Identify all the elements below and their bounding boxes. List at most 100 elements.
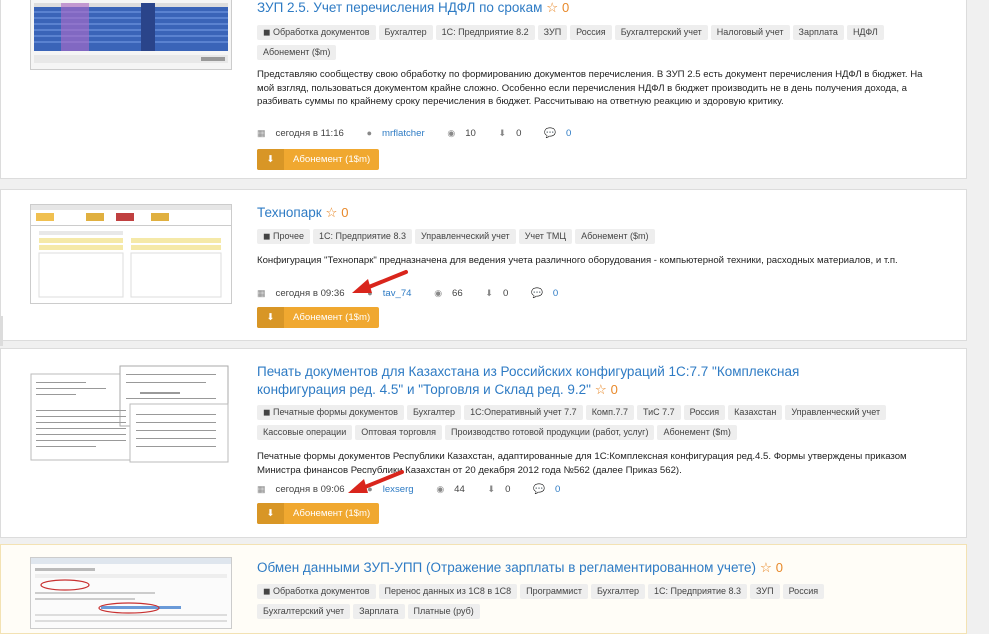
star-outline-icon[interactable]: ☆ bbox=[546, 0, 558, 15]
tag[interactable]: 1С: Предприятие 8.3 bbox=[648, 584, 748, 599]
tag[interactable]: Бухгалтер bbox=[378, 25, 433, 40]
rating-count: 0 bbox=[775, 560, 783, 575]
publication-title-link[interactable]: Печать документов для Казахстана из Росс… bbox=[257, 363, 866, 399]
download-icon: ⬇ bbox=[498, 128, 507, 138]
rating[interactable]: ☆ 0 bbox=[595, 382, 618, 397]
tag[interactable]: Кассовые операции bbox=[257, 425, 353, 440]
tag[interactable]: Абонемент ($m) bbox=[657, 425, 737, 440]
tag[interactable]: Россия bbox=[570, 25, 612, 40]
comments-link[interactable]: 💬 0 bbox=[544, 128, 581, 139]
screen-thumbnail bbox=[31, 558, 231, 628]
rating[interactable]: ☆ 0 bbox=[546, 0, 569, 15]
rating[interactable]: ☆ 0 bbox=[760, 560, 783, 575]
comment-icon: 💬 bbox=[530, 288, 543, 299]
calendar-icon: ▦ bbox=[257, 128, 266, 138]
rating-count: 0 bbox=[562, 0, 570, 15]
download-icon: ⬇ bbox=[487, 484, 496, 494]
download-icon: ⬇ bbox=[485, 288, 493, 298]
comments-link[interactable]: 💬 0 bbox=[531, 288, 568, 299]
tag[interactable]: Россия bbox=[782, 584, 825, 599]
publication-title-link[interactable]: ЗУП 2.5. Учет перечисления НДФЛ по срока… bbox=[257, 0, 866, 17]
views: ◉ 66 bbox=[434, 288, 463, 299]
views: ◉ 44 bbox=[436, 484, 465, 495]
thumbnail-image[interactable] bbox=[30, 557, 232, 629]
tag[interactable]: НДФЛ bbox=[846, 25, 884, 40]
tag[interactable]: Зарплата bbox=[353, 604, 405, 619]
tag[interactable]: Абонемент ($m) bbox=[575, 229, 655, 244]
views: ◉ 10 bbox=[447, 128, 476, 139]
publication-title[interactable]: ЗУП 2.5. Учет перечисления НДФЛ по срока… bbox=[257, 0, 542, 15]
tag[interactable]: ◼ Прочее bbox=[257, 229, 310, 244]
tag-icon: ◼ bbox=[263, 586, 273, 596]
download-icon: ⬇ bbox=[257, 149, 284, 170]
star-outline-icon[interactable]: ☆ bbox=[325, 205, 337, 220]
spreadsheet-thumbnail bbox=[31, 0, 231, 69]
tag[interactable]: Платные (руб) bbox=[407, 604, 480, 619]
tag[interactable]: Бухгалтерский учет bbox=[614, 25, 708, 40]
tag[interactable]: 1С: Предприятие 8.2 bbox=[435, 25, 535, 40]
tag[interactable]: ◼ Обработка документов bbox=[257, 584, 376, 599]
date: ▦ сегодня в 09:06 bbox=[257, 484, 345, 495]
rating-count: 0 bbox=[610, 382, 618, 397]
tag-list: ◼ Обработка документов Перенос данных из … bbox=[257, 584, 906, 624]
publication-title[interactable]: Обмен данными ЗУП-УПП (Отражение зарплат… bbox=[257, 560, 756, 575]
tag[interactable]: Бухгалтер bbox=[406, 405, 462, 420]
tag[interactable]: ТиС 7.7 bbox=[637, 405, 681, 420]
tag[interactable]: Абонемент ($m) bbox=[257, 45, 337, 60]
tag[interactable]: Перенос данных из 1С8 в 1С8 bbox=[378, 584, 518, 599]
tag[interactable]: Россия bbox=[683, 405, 726, 420]
tag[interactable]: Бухгалтер bbox=[590, 584, 646, 599]
tag[interactable]: Оптовая торговля bbox=[355, 425, 443, 440]
tag[interactable]: Комп.7.7 bbox=[585, 405, 635, 420]
subscription-button[interactable]: ⬇ Абонемент (1$m) bbox=[257, 503, 379, 524]
subscription-button[interactable]: ⬇ Абонемент (1$m) bbox=[257, 149, 379, 170]
rating-count: 0 bbox=[341, 205, 349, 220]
thumbnail-image[interactable] bbox=[30, 0, 232, 70]
tag[interactable]: Бухгалтерский учет bbox=[257, 604, 351, 619]
tag-icon: ◼ bbox=[263, 27, 273, 37]
star-outline-icon[interactable]: ☆ bbox=[595, 382, 607, 397]
publication-title-link[interactable]: Обмен данными ЗУП-УПП (Отражение зарплат… bbox=[257, 559, 866, 577]
subscription-button[interactable]: ⬇ Абонемент (1$m) bbox=[257, 307, 379, 328]
tag-icon: ◼ bbox=[263, 231, 273, 241]
documents-thumbnail bbox=[30, 364, 230, 464]
download-icon: ⬇ bbox=[257, 307, 284, 328]
publication-title[interactable]: Технопарк bbox=[257, 205, 322, 220]
red-arrow-icon bbox=[348, 470, 404, 493]
app-thumbnail bbox=[31, 205, 231, 303]
tag[interactable]: Учет ТМЦ bbox=[518, 229, 573, 244]
tag[interactable]: ЗУП bbox=[537, 25, 568, 40]
tag[interactable]: Зарплата bbox=[792, 25, 844, 40]
rating[interactable]: ☆ 0 bbox=[325, 205, 348, 220]
thumbnail-image[interactable] bbox=[30, 204, 232, 304]
tag[interactable]: Налоговый учет bbox=[710, 25, 790, 40]
comment-icon: 💬 bbox=[544, 128, 557, 139]
tag[interactable]: 1С: Предприятие 8.3 bbox=[312, 229, 412, 244]
tag-list: ◼ Печатные формы документов Бухгалтер 1С:О… bbox=[257, 405, 906, 445]
tag[interactable]: 1С:Оперативный учет 7.7 bbox=[464, 405, 583, 420]
tag[interactable]: ◼ Печатные формы документов bbox=[257, 405, 404, 420]
page-edge bbox=[0, 316, 3, 346]
tag[interactable]: ЗУП bbox=[750, 584, 780, 599]
star-outline-icon[interactable]: ☆ bbox=[760, 560, 772, 575]
publication-title[interactable]: Печать документов для Казахстана из Росс… bbox=[257, 364, 799, 397]
publication-meta: ▦ сегодня в 09:06 ● lexserg ◉ 44 ⬇ 0 💬 0 bbox=[257, 484, 580, 495]
author-link[interactable]: ● mrflatcher bbox=[367, 128, 435, 139]
calendar-icon: ▦ bbox=[257, 288, 266, 298]
tag[interactable]: Управленческий учет bbox=[414, 229, 516, 244]
publication-title-link[interactable]: Технопарк ☆ 0 bbox=[257, 204, 866, 222]
publication-description: Представляю сообществу свою обработку по… bbox=[257, 69, 923, 107]
tag[interactable]: Производство готовой продукции (работ, у… bbox=[445, 425, 655, 440]
tag[interactable]: Управленческий учет bbox=[785, 405, 887, 420]
tag[interactable]: Программист bbox=[520, 584, 588, 599]
tag[interactable]: Казахстан bbox=[728, 405, 783, 420]
tag-icon: ◼ bbox=[263, 407, 273, 417]
downloads: ⬇ 0 bbox=[498, 128, 522, 139]
comments-link[interactable]: 💬 0 bbox=[533, 484, 570, 495]
publication-description: Конфигурация "Технопарк" предназначена д… bbox=[257, 255, 898, 266]
calendar-icon: ▦ bbox=[257, 484, 266, 494]
tag[interactable]: ◼ Обработка документов bbox=[257, 25, 376, 40]
publication-meta: ▦ сегодня в 11:16 ● mrflatcher ◉ 10 ⬇ 0 💬 0 bbox=[257, 128, 591, 139]
publication-card: ЗУП 2.5. Учет перечисления НДФЛ по срока… bbox=[0, 0, 967, 179]
thumbnail-image[interactable] bbox=[30, 364, 230, 464]
